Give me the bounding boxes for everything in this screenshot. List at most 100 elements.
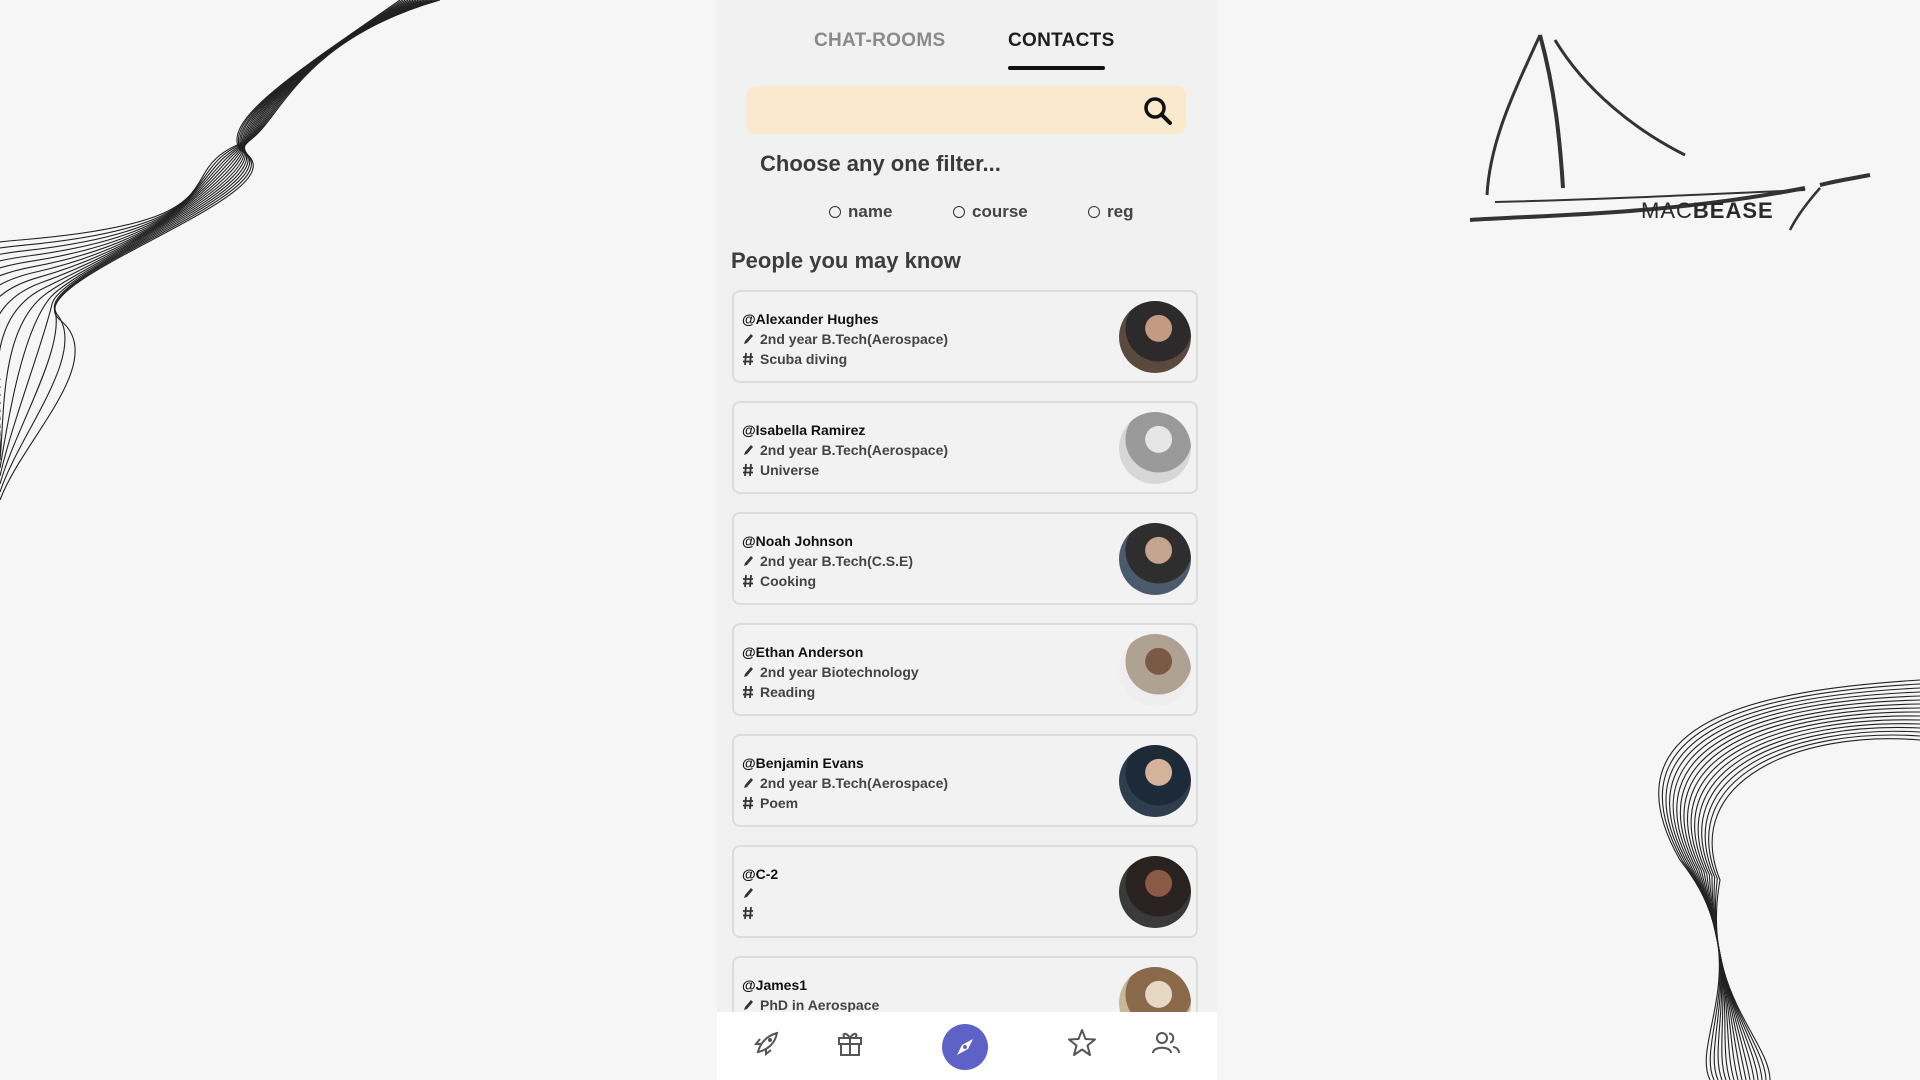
tab-chat-rooms[interactable]: CHAT-ROOMS bbox=[814, 30, 945, 52]
logo-text-light: MAC bbox=[1641, 198, 1693, 223]
wave-line bbox=[0, 0, 401, 501]
gift-icon[interactable] bbox=[833, 1026, 867, 1060]
radio-circle[interactable] bbox=[1088, 206, 1100, 218]
avatar[interactable] bbox=[1119, 634, 1191, 706]
logo-text-bold: BEASE bbox=[1692, 198, 1774, 223]
tab-bar: CHAT-ROOMS CONTACTS bbox=[717, 0, 1217, 72]
wave-line bbox=[0, 0, 422, 436]
contact-interest-line: Scuba diving bbox=[742, 351, 847, 367]
wave-line bbox=[1694, 719, 1920, 1080]
contact-interest-line: Cooking bbox=[742, 573, 816, 589]
wave-line bbox=[1711, 738, 1920, 1080]
contact-interest: Scuba diving bbox=[760, 351, 848, 367]
filter-radio-course[interactable]: course bbox=[953, 202, 1028, 222]
contact-card[interactable]: @Isabella Ramirez 2nd year B.Tech(Aerospa… bbox=[732, 401, 1198, 494]
contact-card[interactable]: @Benjamin Evans 2nd year B.Tech(Aerospace… bbox=[732, 734, 1198, 827]
hashtag-icon bbox=[743, 463, 753, 477]
active-tab-indicator bbox=[1008, 66, 1105, 70]
contact-interest-line bbox=[742, 906, 760, 920]
wave-line bbox=[0, 0, 417, 453]
contact-interest: Cooking bbox=[760, 573, 816, 589]
search-input[interactable] bbox=[746, 86, 1138, 134]
filter-label-reg: reg bbox=[1107, 202, 1134, 221]
contact-name: @James1 bbox=[742, 977, 808, 993]
contact-course-line: 2nd year B.Tech(Aerospace) bbox=[742, 442, 948, 458]
contact-name: @Isabella Ramirez bbox=[742, 422, 866, 438]
search-bar bbox=[746, 86, 1186, 134]
contact-course: 2nd year B.Tech(Aerospace) bbox=[760, 775, 949, 791]
bottom-nav bbox=[717, 1012, 1217, 1080]
contact-interest-line: Universe bbox=[742, 462, 819, 478]
pen-icon bbox=[744, 778, 753, 788]
contact-name: @Alexander Hughes bbox=[742, 311, 879, 327]
wave-line bbox=[0, 0, 419, 444]
hashtag-icon bbox=[743, 906, 753, 920]
wave-line bbox=[0, 0, 414, 461]
explore-button[interactable] bbox=[942, 1024, 988, 1070]
radio-circle[interactable] bbox=[953, 206, 965, 218]
contact-course: 2nd year B.Tech(Aerospace) bbox=[760, 331, 949, 347]
contact-course: 2nd year Biotechnology bbox=[760, 664, 919, 680]
wave-line bbox=[1697, 723, 1920, 1080]
wave-line bbox=[0, 0, 427, 420]
star-icon[interactable] bbox=[1065, 1026, 1099, 1060]
filter-radio-name[interactable]: name bbox=[829, 202, 892, 222]
contacts-panel: CHAT-ROOMS CONTACTS Choose any one filte… bbox=[717, 0, 1217, 1080]
pen-icon bbox=[744, 445, 753, 455]
rocket-icon[interactable] bbox=[750, 1026, 784, 1060]
contact-interest-line: Reading bbox=[742, 684, 815, 700]
radio-circle[interactable] bbox=[829, 206, 841, 218]
contact-card[interactable]: @Noah Johnson 2nd year B.Tech(C.S.E) Cooki… bbox=[732, 512, 1198, 605]
hashtag-icon bbox=[743, 796, 753, 810]
contact-name: @Benjamin Evans bbox=[742, 755, 864, 771]
wave-line bbox=[0, 0, 409, 477]
pen-icon bbox=[744, 1000, 753, 1010]
compass-icon bbox=[957, 1039, 973, 1055]
avatar[interactable] bbox=[1119, 856, 1191, 928]
contact-course-line: 2nd year B.Tech(Aerospace) bbox=[742, 331, 948, 347]
filter-options: name course reg bbox=[717, 202, 1217, 224]
pen-icon bbox=[744, 556, 753, 566]
filter-radio-reg[interactable]: reg bbox=[1088, 202, 1133, 222]
contact-interest: Reading bbox=[760, 684, 816, 700]
contact-card[interactable]: @Alexander Hughes 2nd year B.Tech(Aerospa… bbox=[732, 290, 1198, 383]
wave-line bbox=[0, 0, 425, 428]
hashtag-icon bbox=[743, 352, 753, 366]
filter-label-course: course bbox=[972, 202, 1028, 221]
contact-course: 2nd year B.Tech(C.S.E) bbox=[760, 553, 914, 569]
people-icon[interactable] bbox=[1149, 1026, 1183, 1060]
brand-logo-text: MACBEASE bbox=[1641, 198, 1774, 224]
contact-course-line: 2nd year B.Tech(Aerospace) bbox=[742, 775, 948, 791]
pen-icon bbox=[744, 334, 753, 344]
contact-card[interactable]: @C-2 bbox=[732, 845, 1198, 938]
filter-title: Choose any one filter... bbox=[760, 151, 1001, 176]
hashtag-icon bbox=[743, 685, 753, 699]
wave-line bbox=[1701, 726, 1920, 1080]
contact-course: PhD in Aerospace bbox=[760, 997, 880, 1013]
contact-name: @C-2 bbox=[742, 866, 779, 882]
filter-label-name: name bbox=[848, 202, 893, 221]
contact-course-line: 2nd year B.Tech(C.S.E) bbox=[742, 553, 913, 569]
avatar[interactable] bbox=[1119, 412, 1191, 484]
contact-course-line: 2nd year Biotechnology bbox=[742, 664, 919, 680]
avatar[interactable] bbox=[1119, 301, 1191, 373]
contact-interest-line: Poem bbox=[742, 795, 798, 811]
search-icon[interactable] bbox=[1143, 96, 1173, 126]
avatar[interactable] bbox=[1119, 745, 1191, 817]
wave-line bbox=[0, 0, 406, 485]
avatar[interactable] bbox=[1119, 523, 1191, 595]
contact-name: @Ethan Anderson bbox=[742, 644, 864, 660]
pen-icon bbox=[744, 667, 753, 677]
contact-course-line bbox=[742, 886, 760, 900]
tab-contacts[interactable]: CONTACTS bbox=[1008, 30, 1115, 52]
section-title: People you may know bbox=[731, 248, 961, 273]
contact-interest: Universe bbox=[760, 462, 820, 478]
wave-line bbox=[0, 0, 438, 388]
contact-card[interactable]: @Ethan Anderson 2nd year Biotechnology Rea… bbox=[732, 623, 1198, 716]
contact-name: @Noah Johnson bbox=[742, 533, 853, 549]
contact-course-line: PhD in Aerospace bbox=[742, 997, 879, 1013]
wave-line bbox=[0, 0, 411, 469]
pen-icon bbox=[744, 888, 753, 898]
wave-line bbox=[0, 0, 441, 380]
contact-course: 2nd year B.Tech(Aerospace) bbox=[760, 442, 949, 458]
